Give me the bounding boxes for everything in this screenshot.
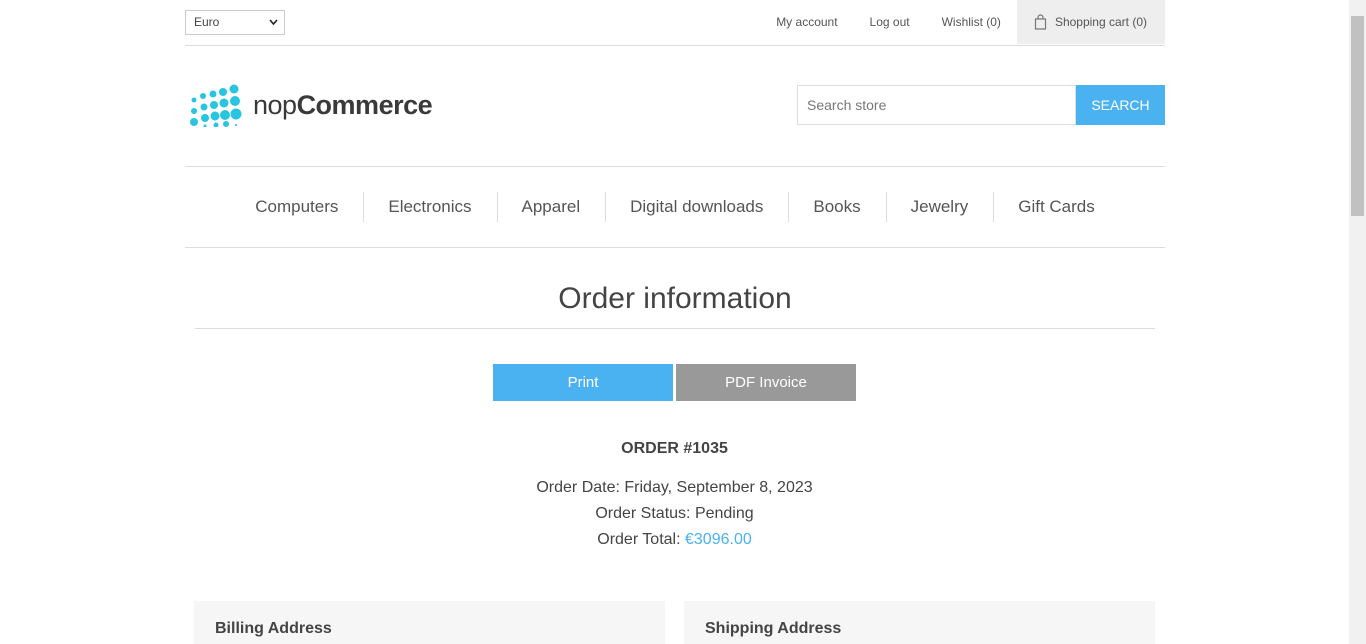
page-scrollbar[interactable]: [1349, 0, 1366, 644]
menu-item-electronics[interactable]: Electronics: [363, 192, 496, 222]
search-button[interactable]: Search: [1076, 85, 1165, 125]
order-status-row: Order Status: Pending: [0, 501, 1349, 527]
order-status-label: Order Status:: [595, 505, 691, 522]
store-logo[interactable]: nopCommerce: [187, 84, 433, 127]
order-status-value: Pending: [694, 505, 754, 522]
page-title: Order information: [195, 282, 1155, 329]
order-total-row: Order Total: €3096.00: [0, 527, 1349, 553]
logo-dots-icon: [190, 84, 242, 127]
order-date-row: Order Date: Friday, September 8, 2023: [0, 475, 1349, 501]
billing-address-box: Billing Address: [194, 601, 665, 644]
search-input[interactable]: Search store: [797, 85, 1076, 125]
shopping-cart-link[interactable]: Shopping cart (0): [1016, 0, 1165, 44]
currency-select-value: Euro: [194, 15, 220, 29]
shopping-bag-icon: [1034, 14, 1047, 30]
shopping-cart-label: Shopping cart (0): [1054, 15, 1147, 29]
billing-address-title: Billing Address: [215, 620, 332, 637]
currency-select[interactable]: Euro: [185, 10, 285, 35]
shipping-address-box: Shipping Address: [684, 601, 1155, 644]
header-links: My account Log out Wishlist (0) Shopping…: [760, 0, 1165, 44]
order-date-label: Order Date:: [536, 479, 620, 496]
print-button[interactable]: Print: [493, 364, 673, 401]
my-account-link[interactable]: My account: [760, 0, 853, 44]
search-box: Search store Search: [797, 85, 1165, 125]
order-date-value: Friday, September 8, 2023: [624, 479, 813, 496]
pdf-invoice-button[interactable]: PDF Invoice: [676, 364, 856, 401]
header-links-bar: Euro My account Log out Wishlist (0) Sho…: [185, 0, 1165, 46]
logo-text-bold: Commerce: [296, 90, 433, 120]
order-total-value: €3096.00: [685, 531, 752, 548]
scrollbar-thumb[interactable]: [1351, 16, 1364, 216]
log-out-link[interactable]: Log out: [854, 0, 926, 44]
menu-item-computers[interactable]: Computers: [230, 192, 363, 222]
chevron-down-icon: [269, 11, 278, 43]
menu-item-apparel[interactable]: Apparel: [496, 192, 606, 222]
menu-item-books[interactable]: Books: [788, 192, 885, 222]
order-overview: Order Date: Friday, September 8, 2023 Or…: [0, 475, 1349, 553]
page: Euro My account Log out Wishlist (0) Sho…: [0, 0, 1349, 644]
menu-item-digital-downloads[interactable]: Digital downloads: [605, 192, 788, 222]
logo-text-light: nop: [253, 90, 297, 120]
order-total-label: Order Total:: [597, 531, 681, 548]
wishlist-link[interactable]: Wishlist (0): [926, 0, 1017, 44]
logo-text: nopCommerce: [253, 90, 433, 121]
shipping-address-title: Shipping Address: [705, 620, 842, 637]
order-number: ORDER #1035: [621, 440, 728, 457]
top-menu: Computers Electronics Apparel Digital do…: [185, 166, 1165, 248]
menu-item-jewelry[interactable]: Jewelry: [885, 192, 994, 222]
order-actions: Print PDF Invoice: [493, 364, 856, 401]
menu-item-gift-cards[interactable]: Gift Cards: [993, 192, 1120, 222]
